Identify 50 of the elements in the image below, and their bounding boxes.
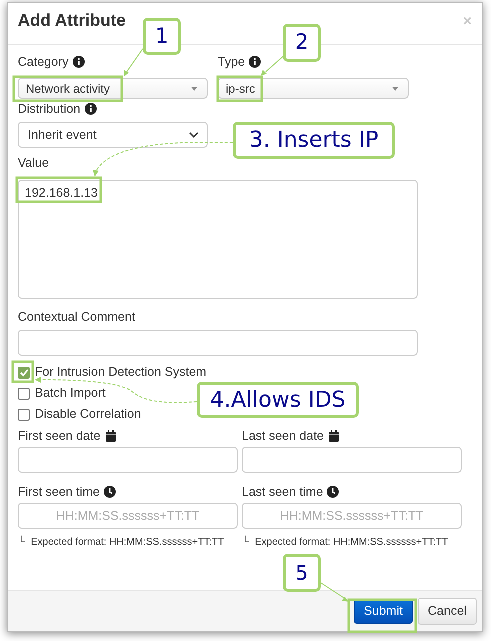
annotation-callout: 1 <box>143 18 181 55</box>
field-label: Last seen date <box>242 429 324 443</box>
info-icon <box>72 56 85 68</box>
field-label: First seen time <box>18 485 100 499</box>
date-field[interactable] <box>242 447 462 473</box>
highlight-frame <box>216 76 264 102</box>
checkbox[interactable] <box>18 408 30 420</box>
select-field[interactable]: ip-src <box>218 78 409 99</box>
corner-mark: └ <box>242 535 250 550</box>
dialog-title: Add Attribute <box>18 11 126 32</box>
annotation-arrow <box>261 56 284 76</box>
checkbox-label: Batch Import <box>35 385 106 402</box>
field-label: First seen date <box>18 429 101 443</box>
info-icon <box>84 103 97 115</box>
submit-button[interactable]: Submit <box>354 598 413 624</box>
info-icon <box>249 56 262 68</box>
field-label: Value <box>18 156 50 170</box>
hint-text: Expected format: HH:MM:SS.ssssss+TT:TT <box>31 536 224 550</box>
annotation-arrow <box>124 48 144 77</box>
clock-icon <box>327 486 340 498</box>
calendar-icon <box>104 430 117 442</box>
annotation-arrow <box>320 582 349 602</box>
select-field[interactable]: Inherit event <box>18 122 208 148</box>
field-label: Last seen time <box>242 485 324 499</box>
hint-text: Expected format: HH:MM:SS.ssssss+TT:TT <box>255 536 448 550</box>
calendar-icon <box>328 430 340 442</box>
annotation-callout: 5 <box>283 554 321 592</box>
value-field[interactable]: 192.168.1.13 <box>18 180 418 299</box>
field-label: Type <box>218 55 246 69</box>
date-field[interactable] <box>18 447 238 473</box>
checkbox[interactable] <box>18 388 30 400</box>
annotation-callout: 3. Inserts IP <box>233 122 395 159</box>
field-label: Distribution <box>18 102 81 116</box>
highlight-frame <box>12 360 34 384</box>
cancel-button[interactable]: Cancel <box>418 598 477 624</box>
checkbox[interactable] <box>18 366 30 378</box>
caret-icon <box>392 86 399 90</box>
corner-mark: └ <box>18 535 26 550</box>
highlight-frame <box>348 598 418 634</box>
annotation-callout: 4.Allows IDS <box>197 382 359 418</box>
annotation-callout: 2 <box>283 24 321 62</box>
select-field[interactable]: Network activity <box>18 78 208 99</box>
checkbox-label: For Intrusion Detection System <box>35 364 207 382</box>
field-label: Category <box>18 55 69 69</box>
checkbox-label: Disable Correlation <box>35 406 142 424</box>
chevron-icon <box>189 132 199 138</box>
comment-field[interactable] <box>18 330 418 356</box>
caret-icon <box>191 86 198 90</box>
field-label: Contextual Comment <box>18 310 136 324</box>
clock-icon <box>104 486 116 498</box>
